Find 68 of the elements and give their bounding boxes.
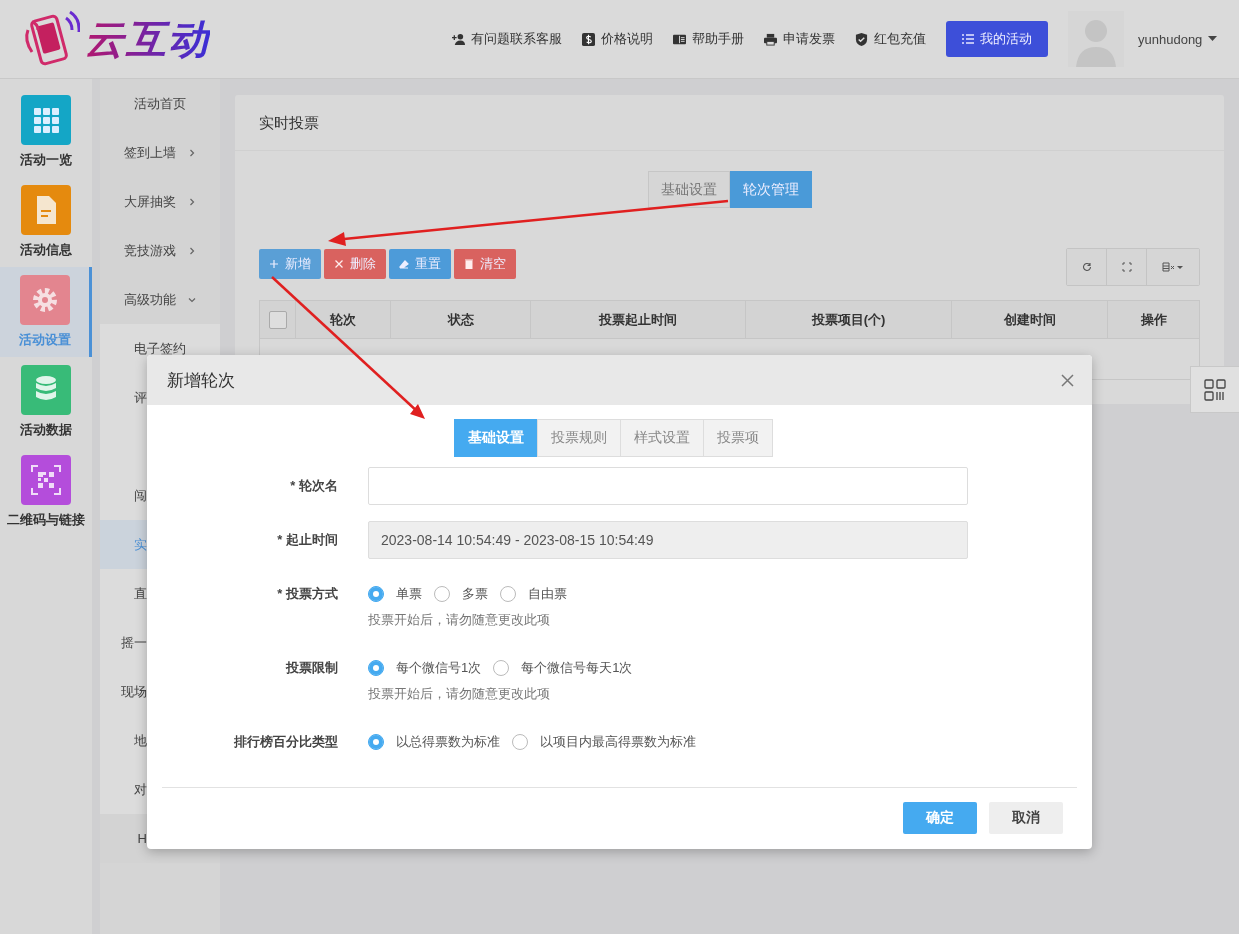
rail-item[interactable]: 活动数据 xyxy=(0,357,92,447)
column-header: 投票项目(个) xyxy=(746,301,952,338)
fullscreen-icon xyxy=(1121,262,1132,272)
radio-option[interactable]: 以总得票数为标准 xyxy=(368,733,500,751)
plus-icon xyxy=(269,259,279,269)
phone-logo-icon xyxy=(22,10,80,68)
trash-icon xyxy=(464,259,474,269)
date-range-field[interactable]: 2023-08-14 10:54:49 - 2023-08-15 10:54:49 xyxy=(368,521,968,559)
user-plus-icon xyxy=(452,32,465,46)
header-link[interactable]: 帮助手册 xyxy=(673,30,744,48)
columns-icon xyxy=(1162,262,1184,272)
field-label: 投票限制 xyxy=(284,659,339,677)
radio-button[interactable] xyxy=(368,586,384,602)
qr-button[interactable] xyxy=(1190,366,1239,413)
column-header: 轮次 xyxy=(296,301,391,338)
hint-text: 投票开始后，请勿随意更改此项 xyxy=(368,685,551,703)
radio-button[interactable] xyxy=(500,586,516,602)
rail-item[interactable]: 活动一览 xyxy=(0,87,92,177)
radio-button[interactable] xyxy=(493,660,510,676)
radio-option[interactable]: 自由票 xyxy=(500,585,567,603)
refresh-icon xyxy=(1081,262,1092,272)
list-icon xyxy=(962,33,974,45)
grid-icon xyxy=(21,95,71,145)
qr-code-icon xyxy=(21,455,71,505)
header-link[interactable]: 有问题联系客服 xyxy=(452,30,562,48)
radio-option[interactable]: 多票 xyxy=(434,585,488,603)
column-header: 投票起止时间 xyxy=(531,301,746,338)
close-button[interactable] xyxy=(1061,373,1074,387)
radio-option[interactable]: 单票 xyxy=(368,585,422,603)
radio-option[interactable]: 每个微信号每天1次 xyxy=(493,659,633,677)
field-label: * 轮次名 xyxy=(289,477,339,495)
field-label: * 起止时间 xyxy=(276,531,339,549)
radio-option[interactable]: 每个微信号1次 xyxy=(368,659,482,677)
printer-icon xyxy=(764,32,777,46)
header-link[interactable]: 申请发票 xyxy=(764,30,835,48)
rail-item[interactable]: 二维码与链接 xyxy=(0,447,92,537)
eraser-icon xyxy=(399,259,409,269)
radio-button[interactable] xyxy=(368,734,384,750)
user-menu[interactable]: yunhudong xyxy=(1138,31,1218,47)
settings-icon xyxy=(19,275,70,325)
cancel-button[interactable]: 取消 xyxy=(989,802,1063,834)
dollar-icon xyxy=(582,32,595,46)
my-activities-button[interactable]: 我的活动 xyxy=(946,21,1048,57)
radio-button[interactable] xyxy=(512,734,528,750)
field-label: 排行榜百分比类型 xyxy=(233,733,339,751)
hint-text: 投票开始后，请勿随意更改此项 xyxy=(368,611,551,629)
close-icon xyxy=(1061,373,1074,387)
shield-check-icon xyxy=(855,32,868,46)
qr-code-icon xyxy=(1204,378,1226,401)
book-icon xyxy=(673,32,686,46)
input-field[interactable] xyxy=(368,467,968,505)
rail-item[interactable]: 活动信息 xyxy=(0,177,92,267)
radio-button[interactable] xyxy=(368,660,384,676)
column-header: 操作 xyxy=(1139,310,1168,329)
document-icon xyxy=(21,185,71,235)
field-label: * 投票方式 xyxy=(276,585,339,603)
database-icon xyxy=(21,365,71,415)
radio-button[interactable] xyxy=(434,586,450,602)
column-header: 创建时间 xyxy=(952,301,1108,338)
close-icon xyxy=(334,259,344,269)
page-title: 实时投票 xyxy=(235,95,1224,151)
refresh-button[interactable] xyxy=(1067,249,1107,285)
select-all-checkbox[interactable] xyxy=(268,310,287,329)
header-link[interactable]: 价格说明 xyxy=(582,30,653,48)
column-header: 状态 xyxy=(391,301,531,338)
caret-icon xyxy=(1208,36,1218,42)
header-link[interactable]: 红包充值 xyxy=(855,30,926,48)
radio-option[interactable]: 以项目内最高得票数为标准 xyxy=(512,733,696,751)
